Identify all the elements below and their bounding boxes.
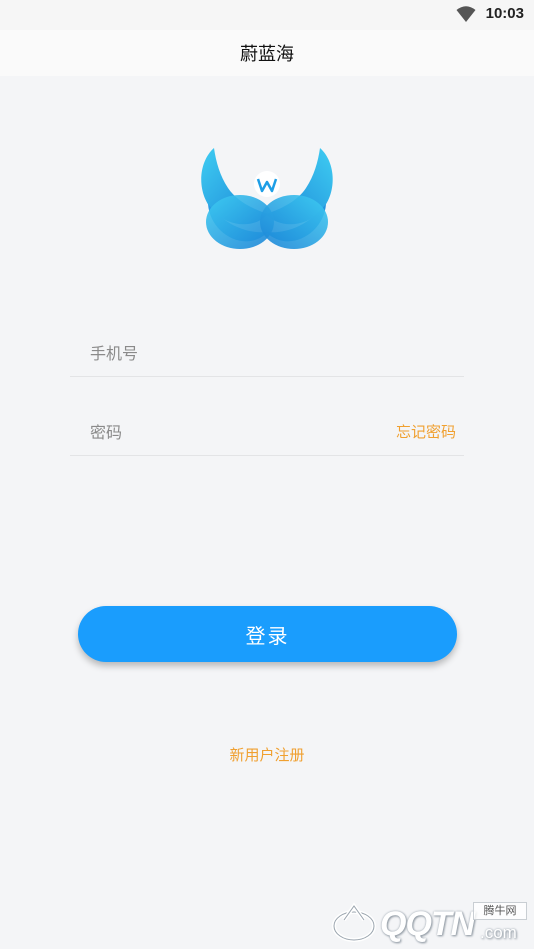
watermark-domain: .com <box>480 923 517 942</box>
register-link[interactable]: 新用户注册 <box>0 744 534 765</box>
status-bar: 10:03 <box>0 0 534 30</box>
watermark-badge: 腾牛网 <box>473 902 527 920</box>
app-bar: 蔚蓝海 <box>0 30 534 76</box>
login-button[interactable]: 登录 <box>78 606 457 662</box>
phone-field[interactable] <box>70 327 464 377</box>
qqtn-logo-icon <box>332 902 376 942</box>
forgot-password-link[interactable]: 忘记密码 <box>396 421 456 442</box>
watermark-logo-text: QQTN <box>380 905 475 943</box>
watermark: QQTN .com 腾牛网 <box>330 890 534 949</box>
status-time: 10:03 <box>485 5 524 22</box>
password-input[interactable] <box>90 420 390 444</box>
page-title: 蔚蓝海 <box>240 44 294 65</box>
wings-logo-icon <box>201 148 333 249</box>
password-field[interactable]: 忘记密码 <box>70 406 464 456</box>
wifi-icon <box>456 6 476 22</box>
phone-input[interactable] <box>90 341 390 365</box>
